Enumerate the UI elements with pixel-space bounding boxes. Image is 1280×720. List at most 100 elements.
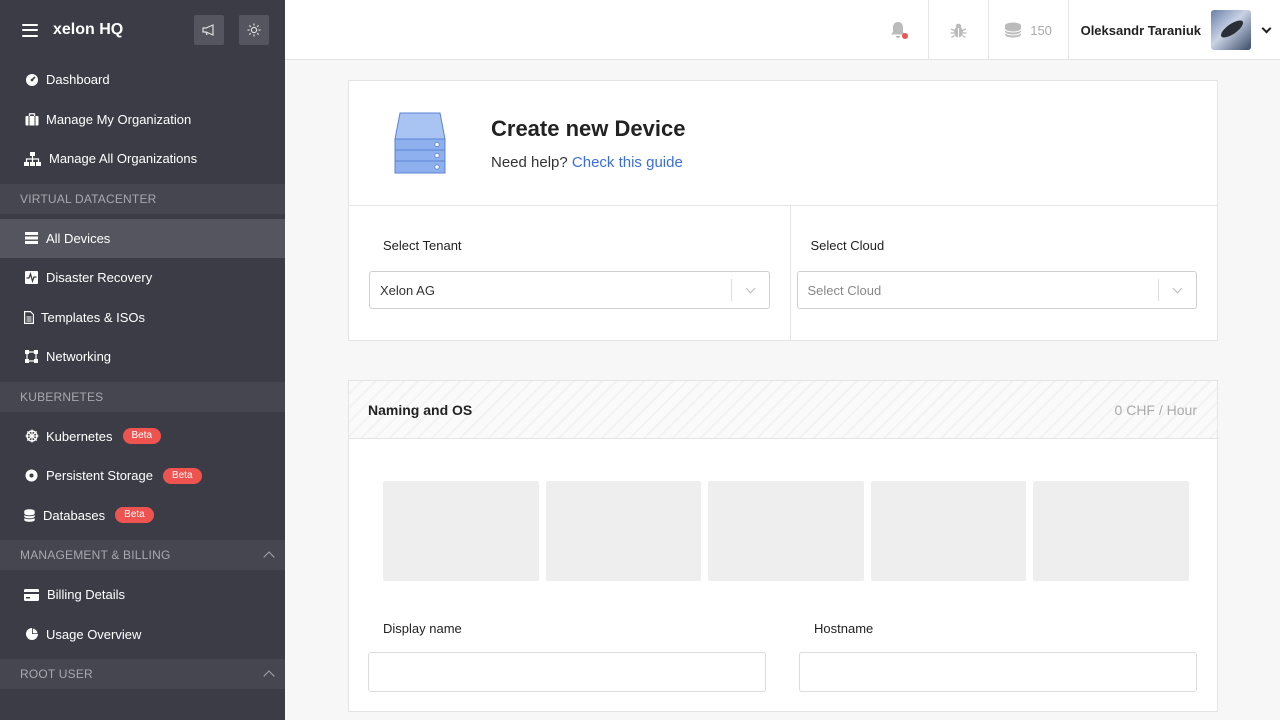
price-per-hour: 0 CHF / Hour (1114, 401, 1197, 418)
database-icon (24, 508, 35, 523)
section-title: VIRTUAL DATACENTER (20, 191, 157, 206)
sidebar-item-manage-all-organizations[interactable]: Manage All Organizations (0, 139, 285, 179)
sidebar-item-persistent-storage[interactable]: Persistent Storage Beta (0, 456, 285, 496)
tenant-selected-value: Xelon AG (380, 282, 435, 298)
sidebar-item-all-devices[interactable]: All Devices (0, 218, 285, 258)
sidebar-item-usage-overview[interactable]: Usage Overview (0, 615, 285, 655)
user-menu[interactable]: Oleksandr Taraniuk (1067, 0, 1280, 60)
sidebar-item-databases[interactable]: Databases Beta (0, 496, 285, 536)
naming-header: Naming and OS 0 CHF / Hour (349, 381, 1217, 439)
sun-icon (247, 23, 261, 37)
section-kubernetes: KUBERNETES (0, 381, 285, 412)
network-icon (24, 349, 39, 364)
sidebar: xelon HQ Dashboard Manage My Organizatio… (0, 0, 285, 720)
disc-icon (24, 468, 39, 483)
hostname-label: Hostname (814, 621, 874, 636)
sitemap-icon (24, 151, 41, 166)
cloud-column: Select Cloud Select Cloud (789, 206, 1218, 340)
document-icon (24, 310, 34, 325)
cloud-label: Select Cloud (810, 238, 885, 253)
create-device-card: Create new Device Need help? Check this … (348, 80, 1218, 341)
heartbeat-icon (24, 270, 39, 285)
os-template-tile[interactable] (383, 481, 539, 581)
help-prefix: Need help? (491, 153, 568, 171)
section-title: Naming and OS (368, 401, 473, 418)
sidebar-item-billing-details[interactable]: Billing Details (0, 575, 285, 615)
os-template-row (349, 439, 1217, 581)
os-template-tile[interactable] (1033, 481, 1189, 581)
section-root-user[interactable]: ROOT USER (0, 659, 285, 689)
chevron-down-icon (732, 283, 769, 293)
section-management-billing[interactable]: MANAGEMENT & BILLING (0, 540, 285, 570)
credits-button[interactable]: 150 (987, 0, 1068, 60)
sidebar-item-templates-isos[interactable]: Templates & ISOs (0, 298, 285, 338)
server-device-icon (394, 112, 446, 174)
os-template-tile[interactable] (708, 481, 864, 581)
speedometer-icon (24, 72, 39, 87)
chevron-up-icon (263, 551, 275, 563)
cloud-select[interactable]: Select Cloud (796, 271, 1197, 309)
megaphone-icon (202, 24, 214, 36)
beta-badge: Beta (162, 467, 202, 484)
sidebar-item-label: Disaster Recovery (46, 270, 153, 286)
credits-count: 150 (1030, 22, 1052, 38)
card-header: Create new Device Need help? Check this … (349, 81, 1217, 206)
display-name-group: Display name (368, 621, 766, 692)
guide-link[interactable]: Check this guide (572, 154, 683, 171)
cloud-placeholder: Select Cloud (807, 282, 882, 298)
sidebar-item-label: Databases (43, 507, 106, 523)
sidebar-item-label: Manage All Organizations (49, 151, 198, 167)
beta-badge: Beta (122, 428, 162, 445)
section-title: KUBERNETES (20, 389, 104, 404)
section-virtual-datacenter: VIRTUAL DATACENTER (0, 183, 285, 214)
sidebar-item-label: Billing Details (47, 587, 126, 603)
helm-wheel-icon (24, 429, 39, 444)
user-name: Oleksandr Taraniuk (1080, 22, 1201, 38)
display-name-input[interactable] (368, 652, 766, 692)
briefcase-icon (24, 112, 39, 127)
coins-icon (1004, 22, 1022, 38)
page-title: Create new Device (491, 115, 686, 141)
hamburger-menu-icon[interactable] (22, 23, 38, 37)
sidebar-item-networking[interactable]: Networking (0, 337, 285, 377)
card-header-text: Create new Device Need help? Check this … (491, 116, 685, 171)
sidebar-item-label: Persistent Storage (46, 468, 153, 484)
brand-name: xelon HQ (53, 21, 124, 38)
hostname-group: Hostname (799, 621, 1197, 692)
sidebar-item-kubernetes[interactable]: Kubernetes Beta (0, 417, 285, 457)
display-name-label: Display name (383, 621, 462, 636)
beta-badge: Beta (115, 507, 154, 524)
theme-toggle-button[interactable] (239, 15, 269, 45)
os-template-tile[interactable] (870, 481, 1027, 581)
sidebar-item-label: Dashboard (46, 72, 110, 88)
help-text: Need help? Check this guide (491, 154, 685, 171)
sidebar-item-label: Templates & ISOs (41, 309, 146, 325)
chevron-up-icon (263, 670, 275, 682)
credit-card-icon (24, 587, 39, 602)
sidebar-item-label: Manage My Organization (46, 111, 192, 127)
name-fields-row: Display name Hostname (349, 621, 1217, 692)
naming-os-card: Naming and OS 0 CHF / Hour Display name … (348, 380, 1218, 712)
notifications-button[interactable] (868, 0, 928, 60)
selection-row: Select Tenant Xelon AG Select Cloud Sele… (349, 206, 1217, 340)
tenant-select[interactable]: Xelon AG (369, 271, 770, 309)
chevron-down-icon (1159, 283, 1196, 293)
section-title: ROOT USER (20, 667, 93, 681)
sidebar-header: xelon HQ (0, 0, 285, 60)
sidebar-item-label: Networking (46, 349, 112, 365)
sidebar-item-label: Usage Overview (46, 626, 142, 642)
sidebar-item-label: Kubernetes (46, 428, 113, 444)
announcement-button[interactable] (194, 15, 224, 45)
pie-chart-icon (24, 627, 39, 642)
hostname-input[interactable] (799, 652, 1197, 692)
sidebar-item-dashboard[interactable]: Dashboard (0, 60, 285, 100)
tenant-label: Select Tenant (383, 238, 462, 253)
tenant-column: Select Tenant Xelon AG (349, 206, 790, 340)
notification-dot (901, 33, 908, 39)
sidebar-item-disaster-recovery[interactable]: Disaster Recovery (0, 258, 285, 298)
report-bug-button[interactable] (927, 0, 988, 60)
server-list-icon (24, 231, 39, 246)
chevron-down-icon (1261, 23, 1272, 33)
os-template-tile[interactable] (545, 481, 702, 581)
sidebar-item-manage-my-organization[interactable]: Manage My Organization (0, 100, 285, 140)
